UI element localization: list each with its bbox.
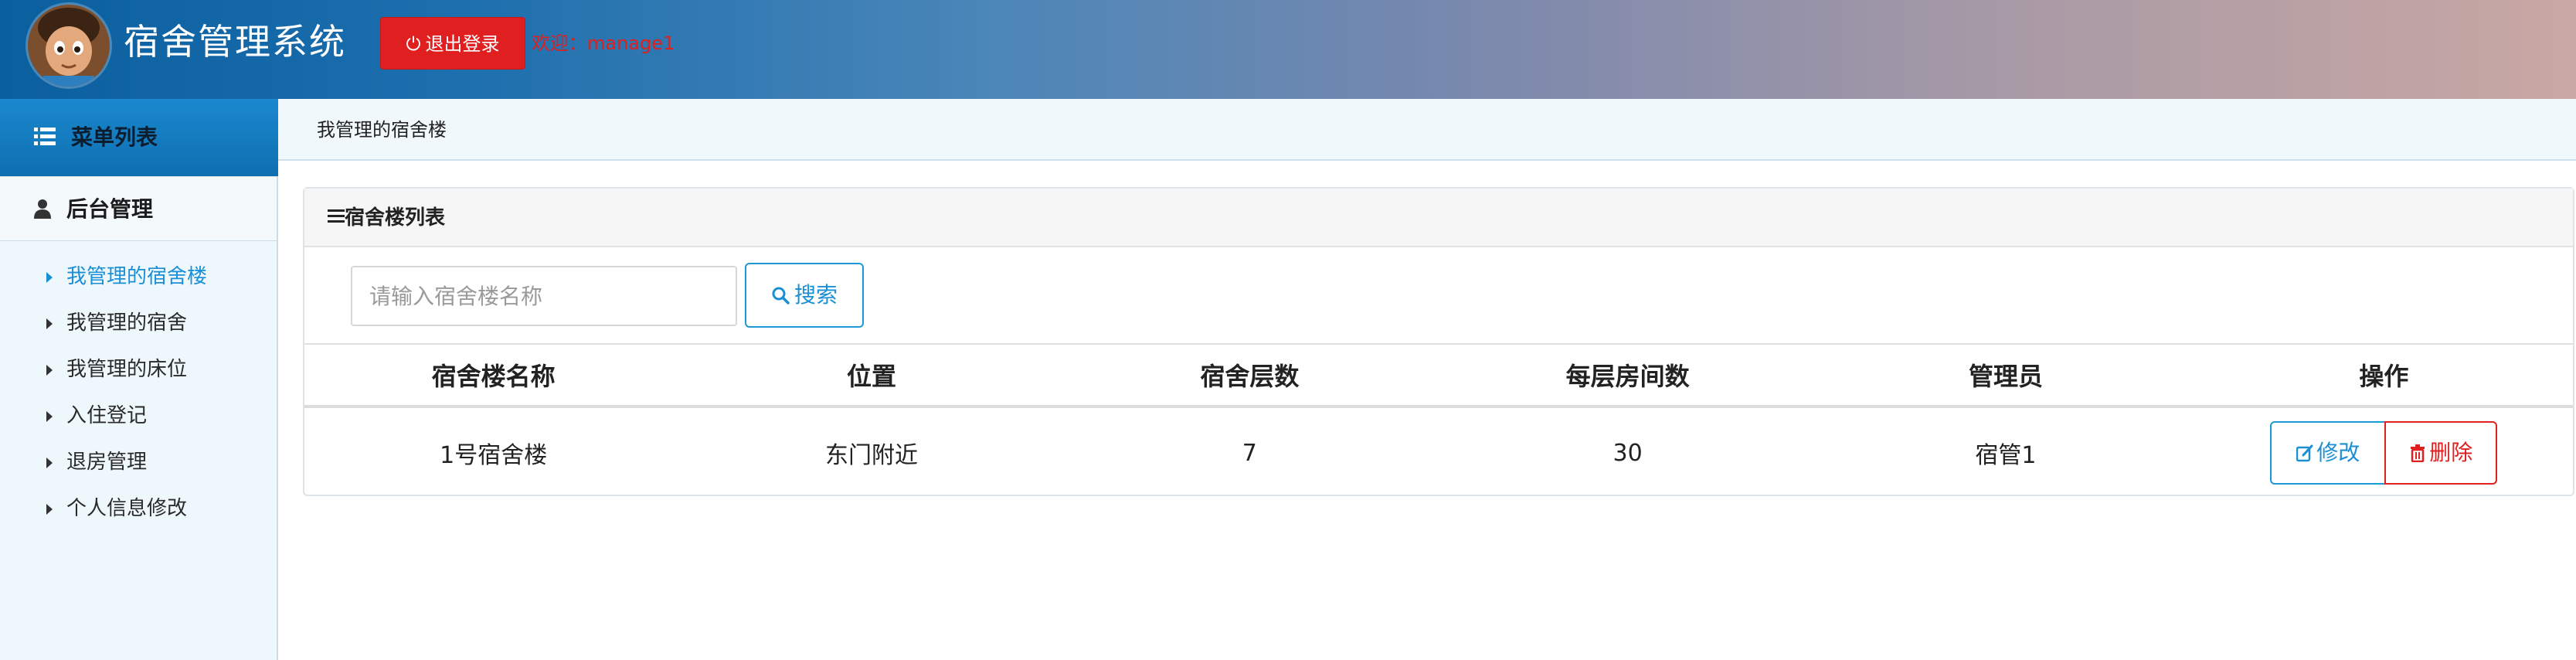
caret-right-icon [46, 458, 53, 468]
caret-right-icon [46, 411, 53, 422]
panel-title: 宿舍楼列表 [345, 206, 446, 230]
column-header-actions: 操作 [2194, 345, 2573, 408]
edit-icon [2296, 444, 2313, 462]
caret-right-icon [46, 365, 53, 376]
panel-header: 宿舍楼列表 [304, 189, 2573, 247]
edit-button[interactable]: 修改 [2270, 421, 2387, 485]
table-header-row: 宿舍楼名称 位置 宿舍层数 每层房间数 管理员 操作 [304, 345, 2573, 408]
logout-button[interactable]: ⏻ 退出登录 [380, 17, 525, 70]
sidebar-menu-title: 菜单列表 [0, 99, 278, 176]
sidebar-item-label: 我管理的床位 [66, 358, 188, 381]
cell-manager: 宿管1 [1975, 442, 2037, 469]
sidebar-item-label: 个人信息修改 [66, 497, 188, 520]
sidebar-menu-title-label: 菜单列表 [71, 124, 158, 150]
column-header-name: 宿舍楼名称 [304, 345, 683, 408]
logout-label: 退出登录 [425, 33, 500, 55]
cell-location: 东门附近 [824, 442, 918, 469]
building-table: 宿舍楼名称 位置 宿舍层数 每层房间数 管理员 操作 1号宿舍楼 东门附近 7 … [304, 343, 2573, 498]
sidebar-group-admin[interactable]: 后台管理 [0, 176, 277, 241]
caret-right-icon [46, 318, 53, 329]
cell-building-name: 1号宿舍楼 [440, 442, 548, 469]
search-icon [772, 287, 790, 304]
power-icon: ⏻ [406, 33, 421, 55]
sidebar-item-label: 退房管理 [66, 451, 148, 474]
sidebar-item-check-out[interactable]: 退房管理 [0, 439, 277, 485]
trash-icon [2411, 444, 2425, 462]
delete-button-label: 删除 [2429, 440, 2473, 465]
caret-right-icon [46, 504, 53, 515]
cell-rooms-per-floor: 30 [1613, 439, 1643, 467]
table-row: 1号宿舍楼 东门附近 7 30 宿管1 修改 删除 [304, 407, 2573, 498]
avatar-image [28, 5, 110, 87]
list-icon [34, 128, 56, 145]
welcome-text: 欢迎：manage1 [532, 32, 675, 54]
search-input[interactable] [351, 266, 737, 326]
bars-icon [328, 209, 345, 223]
sidebar-item-my-buildings[interactable]: 我管理的宿舍楼 [0, 253, 277, 300]
top-header: 宿舍管理系统 ⏻ 退出登录 欢迎：manage1 [0, 0, 2576, 99]
breadcrumb: 我管理的宿舍楼 [278, 99, 2576, 161]
sidebar: 菜单列表 后台管理 我管理的宿舍楼 我管理的宿舍 我管理的床位 入住登记 退房管… [0, 99, 278, 660]
search-button-label: 搜索 [794, 282, 838, 308]
column-header-floors: 宿舍层数 [1060, 345, 1439, 408]
edit-button-label: 修改 [2316, 440, 2360, 465]
sidebar-item-my-beds[interactable]: 我管理的床位 [0, 346, 277, 393]
avatar [28, 5, 110, 87]
sidebar-item-check-in[interactable]: 入住登记 [0, 393, 277, 439]
app-title: 宿舍管理系统 [124, 21, 346, 63]
delete-button[interactable]: 删除 [2384, 421, 2498, 485]
breadcrumb-current: 我管理的宿舍楼 [317, 119, 447, 141]
column-header-rooms-per-floor: 每层房间数 [1438, 345, 1817, 408]
cell-actions: 修改 删除 [2195, 407, 2573, 498]
sidebar-item-profile[interactable]: 个人信息修改 [0, 485, 277, 532]
user-icon [34, 199, 51, 219]
caret-right-icon [46, 272, 53, 283]
sidebar-group-label: 后台管理 [66, 196, 154, 222]
sidebar-item-my-dorms[interactable]: 我管理的宿舍 [0, 300, 277, 346]
sidebar-item-label: 入住登记 [66, 404, 148, 427]
column-header-location: 位置 [682, 345, 1061, 408]
sidebar-item-label: 我管理的宿舍 [66, 311, 188, 335]
building-list-panel: 宿舍楼列表 搜索 宿舍楼名称 位置 宿舍层数 每层房间数 管理员 操作 1 [303, 187, 2574, 496]
search-button[interactable]: 搜索 [745, 263, 864, 328]
sidebar-menu: 我管理的宿舍楼 我管理的宿舍 我管理的床位 入住登记 退房管理 个人信息修改 [0, 253, 277, 532]
cell-floors: 7 [1242, 439, 1257, 467]
column-header-manager: 管理员 [1816, 345, 2195, 408]
sidebar-item-label: 我管理的宿舍楼 [66, 265, 208, 288]
